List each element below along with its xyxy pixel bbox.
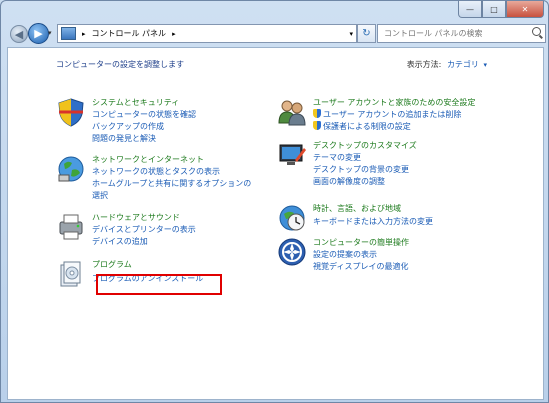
desktop-personalize-icon [279, 144, 306, 165]
back-button[interactable]: ◀ [10, 25, 28, 43]
link-change-background[interactable]: デスクトップの背景の変更 [313, 164, 409, 175]
link-check-status[interactable]: コンピューターの状態を確認 [92, 109, 196, 120]
category-title[interactable]: システムとセキュリティ [92, 97, 179, 108]
breadcrumb-separator[interactable]: ▸ [172, 30, 176, 38]
category-title[interactable]: コンピューターの簡単操作 [313, 237, 409, 248]
chevron-down-icon[interactable]: ▾ [483, 61, 487, 69]
control-panel-icon [61, 27, 76, 40]
ease-of-access-icon [278, 238, 306, 266]
caption-buttons: — □ ✕ [458, 1, 544, 18]
link-add-device[interactable]: デバイスの追加 [92, 236, 148, 247]
maximize-button[interactable]: □ [482, 1, 506, 18]
close-button[interactable]: ✕ [506, 1, 544, 18]
main-content: コンピューターの設定を調整します 表示方法: カテゴリ ▾ システムとセキュリテ… [7, 47, 544, 400]
link-homegroup-options[interactable]: ホームグループと共有に関するオプションの [92, 178, 251, 189]
recent-pages-dropdown[interactable]: ▾ [48, 29, 52, 37]
view-by-label: 表示方法: [406, 60, 442, 69]
category-title[interactable]: デスクトップのカスタマイズ [313, 140, 417, 151]
forward-button[interactable]: ▶ [28, 23, 49, 44]
highlight-box [96, 274, 222, 295]
breadcrumb-control-panel[interactable]: コントロール パネル [92, 28, 167, 39]
link-network-status[interactable]: ネットワークの状態とタスクの表示 [92, 166, 220, 177]
category-title[interactable]: 時計、言語、および地域 [313, 203, 401, 214]
link-get-recommendations[interactable]: 設定の提案の表示 [313, 249, 377, 260]
users-icon [278, 100, 306, 126]
link-devices-printers[interactable]: デバイスとプリンターの表示 [92, 224, 196, 235]
page-title: コンピューターの設定を調整します [56, 60, 184, 69]
search-icon[interactable] [532, 27, 541, 36]
category-title[interactable]: ネットワークとインターネット [92, 154, 204, 165]
address-bar[interactable]: ▸ コントロール パネル ▸ ▾ [57, 24, 357, 43]
category-title[interactable]: ハードウェアとサウンド [92, 212, 180, 223]
view-by-dropdown[interactable]: カテゴリ [447, 60, 479, 69]
link-text[interactable]: 保護者による制限の設定 [323, 122, 411, 131]
shield-icon [58, 98, 84, 127]
printer-icon [59, 214, 83, 240]
shield-icon [313, 109, 321, 118]
category-title[interactable]: プログラム [92, 259, 132, 270]
view-by: 表示方法: カテゴリ ▾ [407, 59, 487, 70]
programs-icon [60, 261, 81, 287]
link-text[interactable]: ユーザー アカウントの追加または削除 [323, 110, 461, 119]
link-create-backup[interactable]: バックアップの作成 [92, 121, 164, 132]
link-adjust-resolution[interactable]: 画面の解像度の調整 [313, 176, 385, 187]
shield-icon [313, 121, 321, 130]
search-box[interactable] [377, 24, 546, 43]
link-parental-controls[interactable]: 保護者による制限の設定 [313, 121, 411, 132]
link-homegroup-options-cont[interactable]: 選択 [92, 190, 108, 201]
link-change-theme[interactable]: テーマの変更 [313, 152, 361, 163]
globe-network-icon [58, 156, 84, 182]
search-input[interactable] [382, 28, 526, 39]
link-troubleshoot[interactable]: 問題の発見と解決 [92, 133, 156, 144]
address-dropdown-icon[interactable]: ▾ [349, 30, 353, 38]
control-panel-window: — □ ✕ ◀ ▶ ▾ ▸ コントロール パネル ▸ ▾ ↻ コンピューターの設… [0, 0, 549, 403]
refresh-button[interactable]: ↻ [357, 24, 376, 43]
link-add-remove-accounts[interactable]: ユーザー アカウントの追加または削除 [313, 109, 461, 120]
minimize-button[interactable]: — [458, 1, 482, 18]
category-title[interactable]: ユーザー アカウントと家族のための安全設定 [313, 97, 475, 108]
clock-globe-icon [279, 205, 305, 231]
link-change-keyboard[interactable]: キーボードまたは入力方法の変更 [313, 216, 433, 227]
breadcrumb-separator[interactable]: ▸ [82, 30, 86, 38]
link-optimize-display[interactable]: 視覚ディスプレイの最適化 [313, 261, 408, 272]
